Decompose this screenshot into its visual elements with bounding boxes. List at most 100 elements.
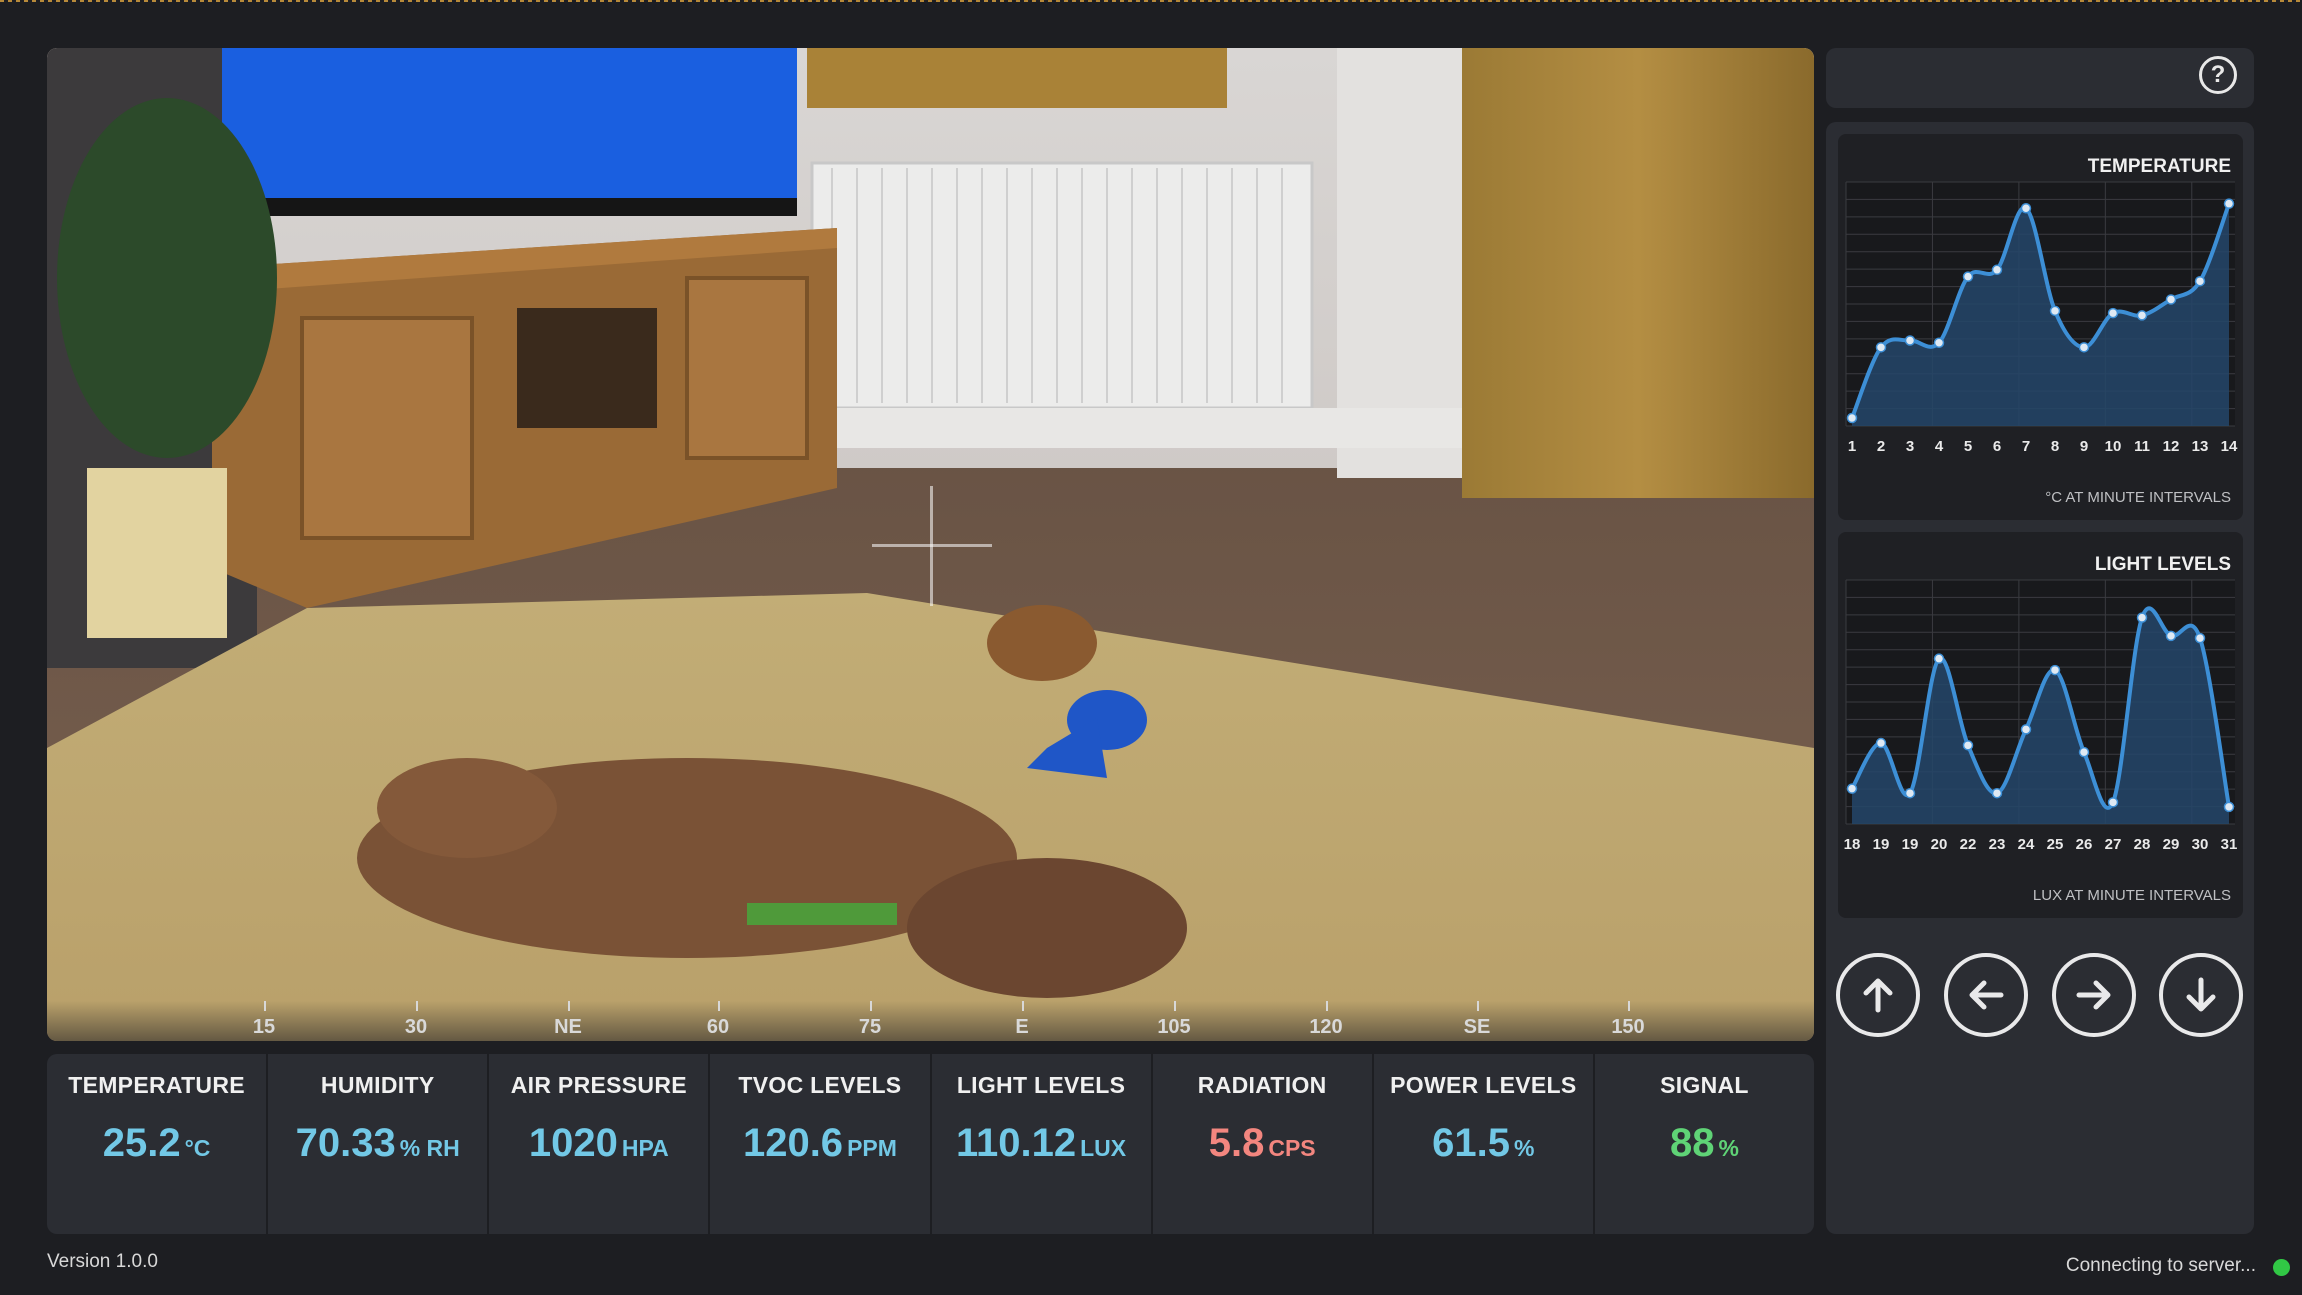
- chart-x-tick-label: 14: [2221, 438, 2238, 455]
- metric-unit: % RH: [399, 1135, 460, 1161]
- chart-point: [1962, 271, 1974, 282]
- camera-feed[interactable]: 15 30 NE 60 75 E 105 120 SE 150: [47, 48, 1814, 1041]
- metric-label: POWER LEVELS: [1390, 1072, 1577, 1098]
- metric-number: 5.8: [1208, 1121, 1265, 1165]
- compass-label: 120: [1309, 1016, 1343, 1038]
- metric-radiation: RADIATION 5.8 CPS: [1153, 1054, 1374, 1234]
- pan-left-button[interactable]: [1944, 953, 2028, 1037]
- chart-x-tick-label: 7: [2022, 438, 2030, 455]
- chart-title: TEMPERATURE: [2087, 156, 2231, 177]
- compass-label: 150: [1611, 1016, 1645, 1038]
- pan-up-button[interactable]: [1836, 953, 1920, 1037]
- pan-down-button[interactable]: [2159, 953, 2243, 1037]
- chart-x-tick-label: 4: [1935, 438, 1944, 455]
- temperature-chart: 1 2 3 4 5 6 7 8 9 10 11 12 13 14: [1845, 181, 2238, 455]
- right-arrow-icon: [2076, 980, 2111, 1010]
- metric-number: 61.5: [1432, 1121, 1511, 1165]
- chart-point: [1991, 264, 2003, 276]
- chart-x-tick-label: 9: [2080, 438, 2088, 455]
- chart-point: [1875, 342, 1887, 353]
- chart-point: [1933, 337, 1945, 349]
- chart-x-tick-label: 18: [1844, 836, 1861, 853]
- compass-tick: [416, 1001, 418, 1011]
- chart-x-tick-label: 12: [2163, 438, 2180, 455]
- chart-subtitle: LUX AT MINUTE INTERVALS: [2032, 887, 2231, 904]
- metric-unit: CPS: [1268, 1135, 1316, 1161]
- metric-unit: HPA: [621, 1135, 669, 1161]
- charts-panel: 1 2 3 4 5 6 7 8 9 10 11 12 13 14 TEMPERATURE °C AT MI…: [1826, 122, 2254, 1234]
- top-right-toolbar: ?: [1826, 48, 2254, 108]
- chart-point: [1904, 787, 1916, 799]
- help-icon[interactable]: ?: [2199, 56, 2237, 94]
- chart-x-tick-label: 5: [1964, 438, 1972, 455]
- compass-tick: [1628, 1001, 1630, 1011]
- chart-x-tick-label: 26: [2076, 836, 2093, 853]
- metric-light-levels: LIGHT LEVELS 110.12 LUX: [932, 1054, 1153, 1234]
- compass-heading-bar: 15 30 NE 60 75 E 105 120 SE 150: [47, 1001, 1814, 1041]
- chart-x-tick-label: 8: [2051, 438, 2059, 455]
- compass-tick: [718, 1001, 720, 1011]
- chart-point: [1846, 412, 1858, 424]
- chart-point: [2020, 202, 2032, 214]
- metric-value: 88%: [1595, 1121, 1814, 1166]
- metric-number: 110.12: [955, 1121, 1077, 1165]
- compass-tick: [1477, 1001, 1479, 1011]
- metric-unit: %: [1514, 1135, 1535, 1161]
- chart-x-tick-label: 31: [2221, 836, 2238, 853]
- compass-tick: [264, 1001, 266, 1011]
- chart-title: LIGHT LEVELS: [2094, 554, 2231, 575]
- metric-temperature: TEMPERATURE 25.2 °C: [47, 1054, 269, 1234]
- chart-point: [1875, 737, 1887, 749]
- metric-value: 25.2 °C: [47, 1121, 266, 1166]
- chart-point: [1933, 653, 1945, 664]
- chart-x-tick-label: 24: [2018, 836, 2035, 853]
- sensor-metrics-bar: TEMPERATURE 25.2 °C HUMIDITY 70.33% RH AI…: [47, 1054, 1814, 1234]
- chart-point: [1904, 335, 1916, 346]
- compass-label: NE: [554, 1016, 582, 1038]
- compass-label: E: [1015, 1016, 1029, 1038]
- pan-right-button[interactable]: [2052, 953, 2136, 1037]
- metric-unit: °C: [184, 1135, 211, 1161]
- window-top-border: [0, 0, 2302, 2]
- metric-air-pressure: AIR PRESSURE 1020 HPA: [489, 1054, 711, 1234]
- chart-point: [2194, 275, 2206, 287]
- metric-power-levels: POWER LEVELS 61.5%: [1374, 1054, 1595, 1234]
- metric-number: 25.2: [102, 1121, 181, 1165]
- chart-point: [2136, 310, 2148, 321]
- metric-label: TVOC LEVELS: [738, 1072, 902, 1098]
- metric-label: HUMIDITY: [320, 1072, 435, 1098]
- chart-x-tick-label: 23: [1989, 836, 2006, 853]
- metric-value: 70.33% RH: [268, 1121, 487, 1166]
- compass-label: 60: [706, 1016, 730, 1038]
- metric-number: 1020: [528, 1121, 618, 1165]
- metric-unit: PPM: [847, 1135, 897, 1161]
- metric-label: TEMPERATURE: [68, 1072, 245, 1098]
- chart-point: [2194, 632, 2206, 644]
- chart-x-tick-label: 10: [2105, 438, 2122, 455]
- chart-point: [2078, 342, 2090, 353]
- compass-label: 105: [1157, 1016, 1191, 1038]
- version-label: Version 1.0.0: [47, 1251, 158, 1272]
- chart-x-tick-label: 19: [1902, 836, 1919, 853]
- chart-x-tick-label: 28: [2134, 836, 2151, 853]
- metric-unit: %: [1718, 1135, 1739, 1161]
- chart-point: [2107, 797, 2119, 808]
- chart-x-tick-label: 3: [1906, 438, 1914, 455]
- metric-value: 61.5%: [1374, 1121, 1593, 1166]
- chart-point: [2223, 198, 2235, 209]
- chart-x-tick-label: 1: [1848, 438, 1856, 455]
- compass-label: 30: [404, 1016, 428, 1038]
- chart-point: [2078, 746, 2090, 758]
- camera-controls: [1836, 953, 2246, 1041]
- chart-x-tick-label: 25: [2047, 836, 2064, 853]
- chart-point: [2165, 630, 2177, 642]
- chart-point: [2165, 294, 2177, 305]
- crosshair-vertical: [930, 486, 933, 606]
- compass-tick: [1022, 1001, 1024, 1011]
- compass-label: 75: [858, 1016, 882, 1038]
- connection-status-text: Connecting to server...: [2065, 1255, 2256, 1276]
- metric-value: 120.6 PPM: [710, 1121, 929, 1166]
- metric-humidity: HUMIDITY 70.33% RH: [268, 1054, 490, 1234]
- chart-point: [2223, 801, 2235, 813]
- chart-point: [2049, 305, 2061, 317]
